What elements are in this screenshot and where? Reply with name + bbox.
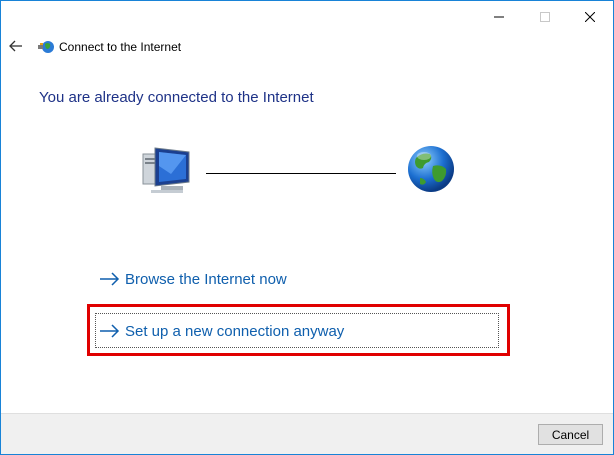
connect-window: Connect to the Internet You are already … — [0, 0, 614, 455]
network-globe-icon — [38, 41, 54, 53]
globe-icon — [408, 146, 454, 192]
arrow-right-icon — [100, 272, 120, 286]
window-title: Connect to the Internet — [59, 40, 182, 54]
maximize-button[interactable] — [522, 1, 568, 33]
page-heading: You are already connected to the Interne… — [39, 89, 314, 106]
setup-new-connection-link[interactable]: Set up a new connection anyway — [99, 321, 344, 341]
maximize-icon — [540, 12, 550, 22]
arrow-right-icon — [100, 324, 120, 338]
computer-icon — [142, 147, 190, 193]
cancel-button[interactable]: Cancel — [538, 424, 603, 445]
back-arrow-icon — [9, 40, 22, 52]
minimize-button[interactable] — [476, 1, 522, 33]
close-button[interactable] — [567, 1, 613, 33]
connection-line — [206, 173, 396, 174]
minimize-icon — [494, 16, 504, 18]
browse-internet-link[interactable]: Browse the Internet now — [99, 269, 287, 289]
setup-new-connection-label: Set up a new connection anyway — [125, 322, 345, 340]
close-icon — [585, 12, 595, 22]
browse-internet-label: Browse the Internet now — [125, 270, 287, 288]
back-button[interactable] — [7, 37, 25, 55]
footer-bar — [1, 413, 613, 454]
